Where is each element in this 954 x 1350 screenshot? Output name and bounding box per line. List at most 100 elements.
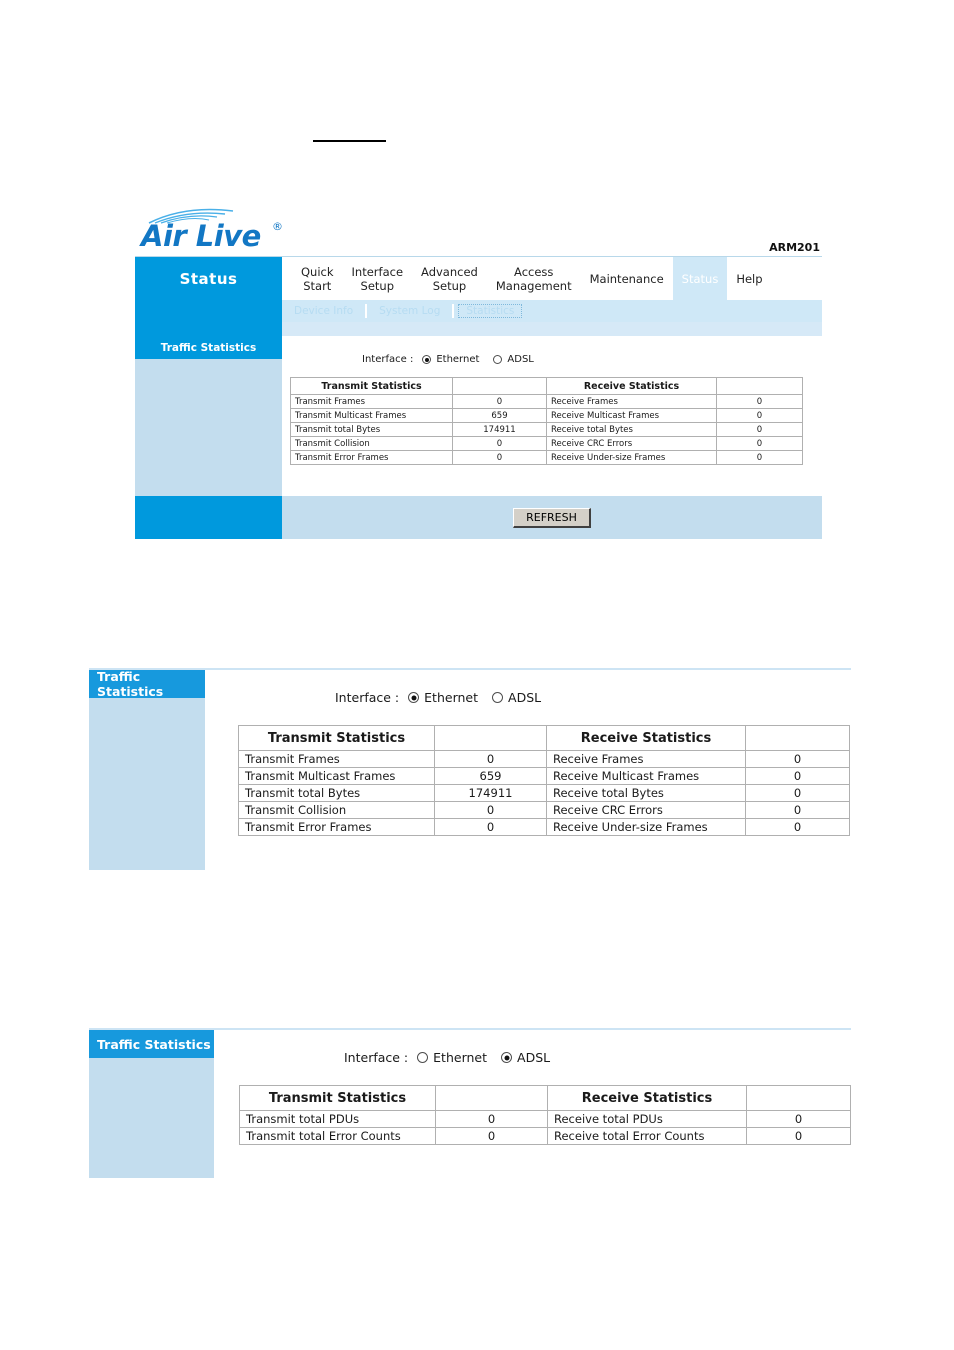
table-row: Transmit total Error Counts 0 Receive to…	[239, 1127, 851, 1145]
radio-label-ethernet: Ethernet	[436, 354, 480, 365]
subnav-item-statistics[interactable]: Statistics	[458, 304, 523, 318]
subnav-item-list: Device Info System Log Statistics	[282, 300, 822, 322]
page-top-rule	[313, 140, 386, 142]
rx-label: Receive Under-size Frames	[546, 818, 746, 836]
sidebar-title-traffic-statistics: Traffic Statistics	[89, 1030, 214, 1058]
tx-label: Transmit total Bytes	[238, 784, 435, 802]
table-row: Transmit total PDUs 0 Receive total PDUs…	[239, 1110, 851, 1128]
rx-value: 0	[716, 394, 803, 409]
nav-tab-line1: Quick	[301, 264, 334, 279]
tx-value: 0	[435, 1110, 548, 1128]
tx-value: 0	[452, 450, 547, 465]
table-row: Transmit Collision 0 Receive CRC Errors …	[238, 801, 850, 819]
radio-option-adsl[interactable]: ADSL	[501, 1050, 550, 1065]
header-transmit-statistics: Transmit Statistics	[238, 725, 435, 751]
table-header-row: Transmit Statistics Receive Statistics	[238, 725, 850, 751]
radio-adsl[interactable]	[492, 692, 504, 703]
radio-ethernet[interactable]	[422, 355, 432, 364]
table-row: Transmit Collision 0 Receive CRC Errors …	[290, 436, 803, 451]
rx-value: 0	[745, 784, 850, 802]
radio-option-ethernet[interactable]: Ethernet	[408, 690, 478, 705]
rx-value: 0	[746, 1110, 851, 1128]
rx-label: Receive CRC Errors	[546, 801, 746, 819]
radio-label-adsl: ADSL	[507, 354, 534, 365]
rx-value: 0	[745, 801, 850, 819]
rx-value: 0	[716, 436, 803, 451]
interface-label: Interface :	[335, 690, 400, 705]
header-receive-statistics: Receive Statistics	[547, 1085, 747, 1111]
main-navigation: Status Quick Start Interface Setup Advan…	[135, 257, 822, 300]
header-transmit-statistics: Transmit Statistics	[290, 377, 453, 395]
footer-left-filler	[135, 496, 282, 539]
subnav-separator	[452, 304, 455, 318]
radio-ethernet[interactable]	[408, 692, 420, 703]
panel-body: Traffic Statistics Interface : Ethernet …	[89, 1030, 851, 1178]
nav-tab-quick-start[interactable]: Quick Start	[292, 257, 343, 300]
panel-main: Interface : Ethernet ADSL Transmit Stati…	[205, 670, 851, 870]
radio-adsl[interactable]	[493, 355, 503, 364]
interface-selector: Interface : Ethernet ADSL	[335, 690, 851, 705]
table-row: Transmit Multicast Frames 659 Receive Mu…	[290, 408, 803, 423]
nav-tab-line1: Maintenance	[589, 271, 664, 286]
rx-label: Receive total Bytes	[546, 422, 717, 437]
nav-tab-help[interactable]: Help	[727, 257, 771, 300]
rx-label: Receive total PDUs	[547, 1110, 747, 1128]
sub-navigation: Device Info System Log Statistics	[135, 300, 822, 322]
nav-tab-access-management[interactable]: Access Management	[487, 257, 581, 300]
nav-tab-line2: Management	[495, 278, 572, 293]
subnav-item-device-info[interactable]: Device Info	[286, 304, 361, 318]
tx-label: Transmit total Bytes	[290, 422, 453, 437]
table-row: Transmit Multicast Frames 659 Receive Mu…	[238, 767, 850, 785]
subnav-strip	[135, 322, 822, 336]
rx-label: Receive Under-size Frames	[546, 450, 717, 465]
tx-label: Transmit Error Frames	[290, 450, 453, 465]
rx-value: 0	[745, 750, 850, 768]
table-row: Transmit Frames 0 Receive Frames 0	[290, 394, 803, 409]
nav-tab-status[interactable]: Status	[672, 257, 728, 300]
tx-label: Transmit Multicast Frames	[238, 767, 435, 785]
tx-value: 0	[434, 750, 547, 768]
radio-adsl[interactable]	[501, 1052, 513, 1063]
tx-label: Transmit Error Frames	[238, 818, 435, 836]
ethernet-statistics-table: Transmit Statistics Receive Statistics T…	[290, 377, 803, 465]
panel-body: Traffic Statistics Interface : Ethernet …	[89, 669, 851, 870]
model-name: ARM201	[769, 241, 820, 254]
sidebar-title-traffic-statistics: Traffic Statistics	[89, 669, 205, 699]
header-receive-value	[745, 725, 850, 751]
tx-label: Transmit Frames	[238, 750, 435, 768]
nav-tab-line2: Start	[303, 278, 332, 293]
tx-label: Transmit Collision	[238, 801, 435, 819]
table-header-row: Transmit Statistics Receive Statistics	[239, 1085, 851, 1111]
rx-value: 0	[746, 1127, 851, 1145]
refresh-button[interactable]: REFRESH	[513, 507, 591, 528]
radio-option-adsl[interactable]: ADSL	[493, 354, 534, 365]
ethernet-statistics-table: Transmit Statistics Receive Statistics T…	[238, 725, 850, 836]
airlive-logo-text: Air Live	[141, 219, 261, 253]
rx-value: 0	[745, 767, 850, 785]
nav-tab-line2: Setup	[360, 278, 395, 293]
tx-value: 659	[434, 767, 547, 785]
header-transmit-value	[435, 1085, 548, 1111]
table-row: Transmit Frames 0 Receive Frames 0	[238, 750, 850, 768]
radio-option-ethernet[interactable]: Ethernet	[422, 354, 479, 365]
radio-option-ethernet[interactable]: Ethernet	[417, 1050, 487, 1065]
header-transmit-value	[434, 725, 547, 751]
panel-sidebar: Traffic Statistics	[89, 669, 205, 870]
radio-option-adsl[interactable]: ADSL	[492, 690, 541, 705]
subnav-left-filler	[135, 300, 282, 322]
nav-tab-interface-setup[interactable]: Interface Setup	[343, 257, 413, 300]
nav-tab-line1: Help	[736, 271, 763, 286]
interface-label: Interface :	[344, 1050, 409, 1065]
nav-tab-line1: Advanced	[421, 264, 478, 279]
subnav-item-system-log[interactable]: System Log	[371, 304, 448, 318]
nav-tab-line1: Interface	[351, 264, 404, 279]
table-row: Transmit Error Frames 0 Receive Under-si…	[238, 818, 850, 836]
router-admin-ui: Air Live ® ARM201 Status Quick Start Int…	[135, 205, 822, 539]
radio-label-ethernet: Ethernet	[433, 1050, 488, 1065]
nav-tab-advanced-setup[interactable]: Advanced Setup	[412, 257, 487, 300]
radio-ethernet[interactable]	[417, 1052, 429, 1063]
tx-value: 174911	[452, 422, 547, 437]
table-header-row: Transmit Statistics Receive Statistics	[290, 377, 803, 395]
nav-tab-line2: Setup	[432, 278, 467, 293]
nav-tab-maintenance[interactable]: Maintenance	[581, 257, 673, 300]
